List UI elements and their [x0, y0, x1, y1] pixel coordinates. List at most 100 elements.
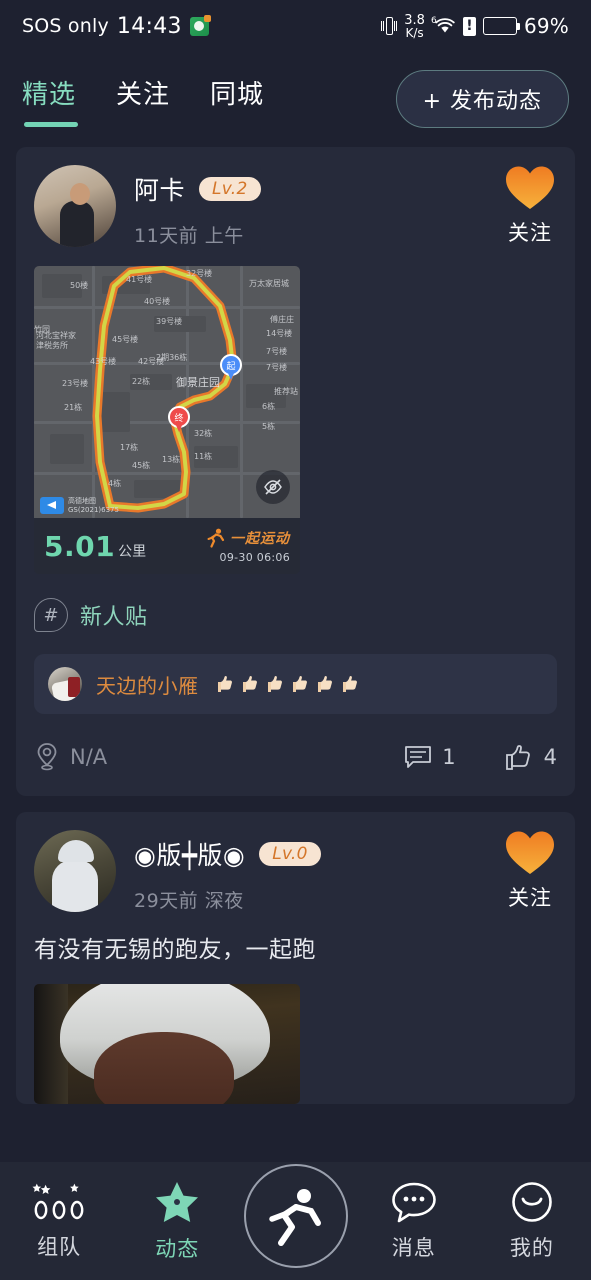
post-timestamp: 11天前 上午 [134, 225, 244, 247]
nav-item-feed[interactable]: 动态 [118, 1180, 236, 1263]
end-pin: 终 [168, 406, 190, 434]
runner-icon [207, 528, 225, 548]
battery-percent-label: 69% [523, 14, 569, 38]
smiley-icon [512, 1181, 552, 1222]
nav-item-messages-label: 消息 [391, 1235, 436, 1260]
post-card[interactable]: ◉版┿版◉ Lv.0 29天前 深夜 关注 有没有无锡的跑友，一起跑 [16, 812, 575, 1105]
avatar[interactable] [34, 165, 116, 247]
post-action-bar: N/A 1 4 [34, 718, 557, 796]
run-map-card[interactable]: 50楼 41号楼 32号楼 万太家居城 40号楼 39号楼 傅庄庄 14号楼 竹… [34, 266, 300, 574]
level-badge: Lv.2 [199, 177, 261, 201]
comment-button[interactable]: 1 [404, 744, 456, 770]
commenter-avatar [48, 667, 82, 701]
nav-item-team-label: 组队 [37, 1234, 82, 1259]
hashtag-icon: # [34, 598, 68, 632]
hashtag-chip[interactable]: # 新人贴 [34, 598, 557, 632]
thumbs-up-icon [505, 745, 530, 770]
post-header: 阿卡 Lv.2 11天前 上午 关注 [34, 165, 557, 248]
tab-jingxuan[interactable]: 精选 [22, 74, 78, 127]
like-count: 4 [543, 745, 557, 769]
nav-item-run[interactable] [236, 1164, 354, 1278]
post-author-meta: ◉版┿版◉ Lv.0 29天前 深夜 [134, 830, 321, 913]
location-chip[interactable]: N/A [34, 742, 107, 772]
star-icon [156, 1181, 199, 1222]
comment-count: 1 [442, 745, 456, 769]
run-datetime: 09-30 06:06 [219, 551, 290, 564]
author-name-row: ◉版┿版◉ Lv.0 [134, 836, 321, 872]
like-button[interactable]: 4 [504, 743, 557, 771]
battery-icon [482, 17, 520, 35]
comment-preview[interactable]: 天边的小雁 [34, 654, 557, 714]
avatar[interactable] [34, 830, 116, 912]
map-logo-icon [40, 497, 64, 514]
team-icon [32, 1183, 84, 1219]
commenter-name[interactable]: 天边的小雁 [96, 670, 199, 699]
run-distance: 5.01 公里 [44, 530, 146, 563]
clock-label: 14:43 [116, 13, 182, 39]
post-author-meta: 阿卡 Lv.2 11天前 上午 [134, 165, 261, 248]
sim-alert-icon [462, 16, 476, 36]
map-attribution-text: 高德地图 GS(2021)6375 [68, 497, 119, 513]
thumbs-up-emoji [317, 675, 332, 692]
wifi-icon: 6 [431, 16, 456, 36]
thumbs-up-emoji [217, 675, 232, 692]
nav-item-profile-label: 我的 [509, 1235, 554, 1260]
network-speed: 3.8 K/s [404, 14, 425, 39]
run-brand: 一起运动 09-30 06:06 [207, 528, 290, 564]
tab-guanzhu-label: 关注 [116, 80, 171, 110]
nav-item-messages[interactable]: 消息 [355, 1181, 473, 1262]
network-speed-unit: K/s [405, 25, 424, 40]
map-attribution: 高德地图 GS(2021)6375 [40, 497, 119, 514]
comment-emoji-list [213, 673, 360, 695]
status-bar: SOS only 14:43 3.8 K/s 6 69% [0, 0, 591, 52]
nav-item-profile[interactable]: 我的 [473, 1181, 591, 1262]
status-bar-left: SOS only 14:43 [22, 13, 211, 39]
network-speed-value: 3.8 [404, 12, 425, 28]
run-stats-bar: 5.01 公里 一起运动 09-30 06:06 [34, 518, 300, 574]
follow-button[interactable]: 关注 [505, 830, 555, 912]
author-name[interactable]: 阿卡 [134, 171, 185, 207]
publish-post-button[interactable]: + 发布动态 [395, 70, 569, 128]
route-map-image[interactable]: 50楼 41号楼 32号楼 万太家居城 40号楼 39号楼 傅庄庄 14号楼 竹… [34, 266, 300, 518]
thumbs-up-emoji [242, 675, 257, 692]
run-distance-unit: 公里 [118, 543, 147, 560]
post-photo[interactable] [34, 984, 300, 1105]
thumbs-up-emoji [267, 675, 282, 692]
vibrate-icon [381, 16, 398, 36]
heart-icon [506, 831, 554, 874]
pager-right-dot: — [276, 573, 286, 575]
eye-off-icon[interactable] [256, 470, 290, 504]
runner-icon [268, 1189, 321, 1246]
map-attr-line1: 高德地图 [68, 497, 96, 506]
post-body-text: 有没有无锡的跑友，一起跑 [34, 937, 316, 963]
heart-icon [506, 166, 554, 209]
post-feed: 阿卡 Lv.2 11天前 上午 关注 50楼 41号楼 32号楼 万太家居城 4… [0, 147, 591, 1105]
tab-jingxuan-label: 精选 [22, 80, 77, 110]
tab-list: 精选 关注 同城 [22, 74, 264, 127]
carrier-label: SOS only [22, 15, 109, 37]
thumbs-up-emoji [292, 675, 307, 692]
location-pin-icon [37, 743, 57, 771]
nav-item-team[interactable]: 组队 [0, 1182, 118, 1261]
tab-tongcheng[interactable]: 同城 [210, 74, 264, 127]
nav-item-feed-label: 动态 [155, 1236, 200, 1261]
comment-icon [405, 746, 432, 768]
pager-left-dot: — [48, 573, 58, 575]
map-pager: — — [34, 572, 300, 575]
run-brand-name: 一起运动 [230, 531, 290, 547]
tab-guanzhu[interactable]: 关注 [116, 74, 170, 127]
map-attr-line2: GS(2021)6375 [68, 505, 119, 514]
follow-button[interactable]: 关注 [505, 165, 555, 247]
post-card[interactable]: 阿卡 Lv.2 11天前 上午 关注 50楼 41号楼 32号楼 万太家居城 4… [16, 147, 575, 796]
author-name[interactable]: ◉版┿版◉ [134, 836, 245, 872]
tab-tongcheng-label: 同城 [210, 80, 265, 110]
green-app-icon [189, 14, 211, 36]
tab-active-underline [24, 122, 78, 127]
location-label: N/A [70, 745, 108, 769]
post-header: ◉版┿版◉ Lv.0 29天前 深夜 关注 [34, 830, 557, 913]
start-pin: 起 [220, 354, 242, 382]
top-tab-bar: 精选 关注 同城 + 发布动态 [0, 52, 591, 147]
run-brand-row: 一起运动 [207, 528, 290, 548]
message-icon [391, 1182, 436, 1222]
author-name-row: 阿卡 Lv.2 [134, 171, 261, 207]
